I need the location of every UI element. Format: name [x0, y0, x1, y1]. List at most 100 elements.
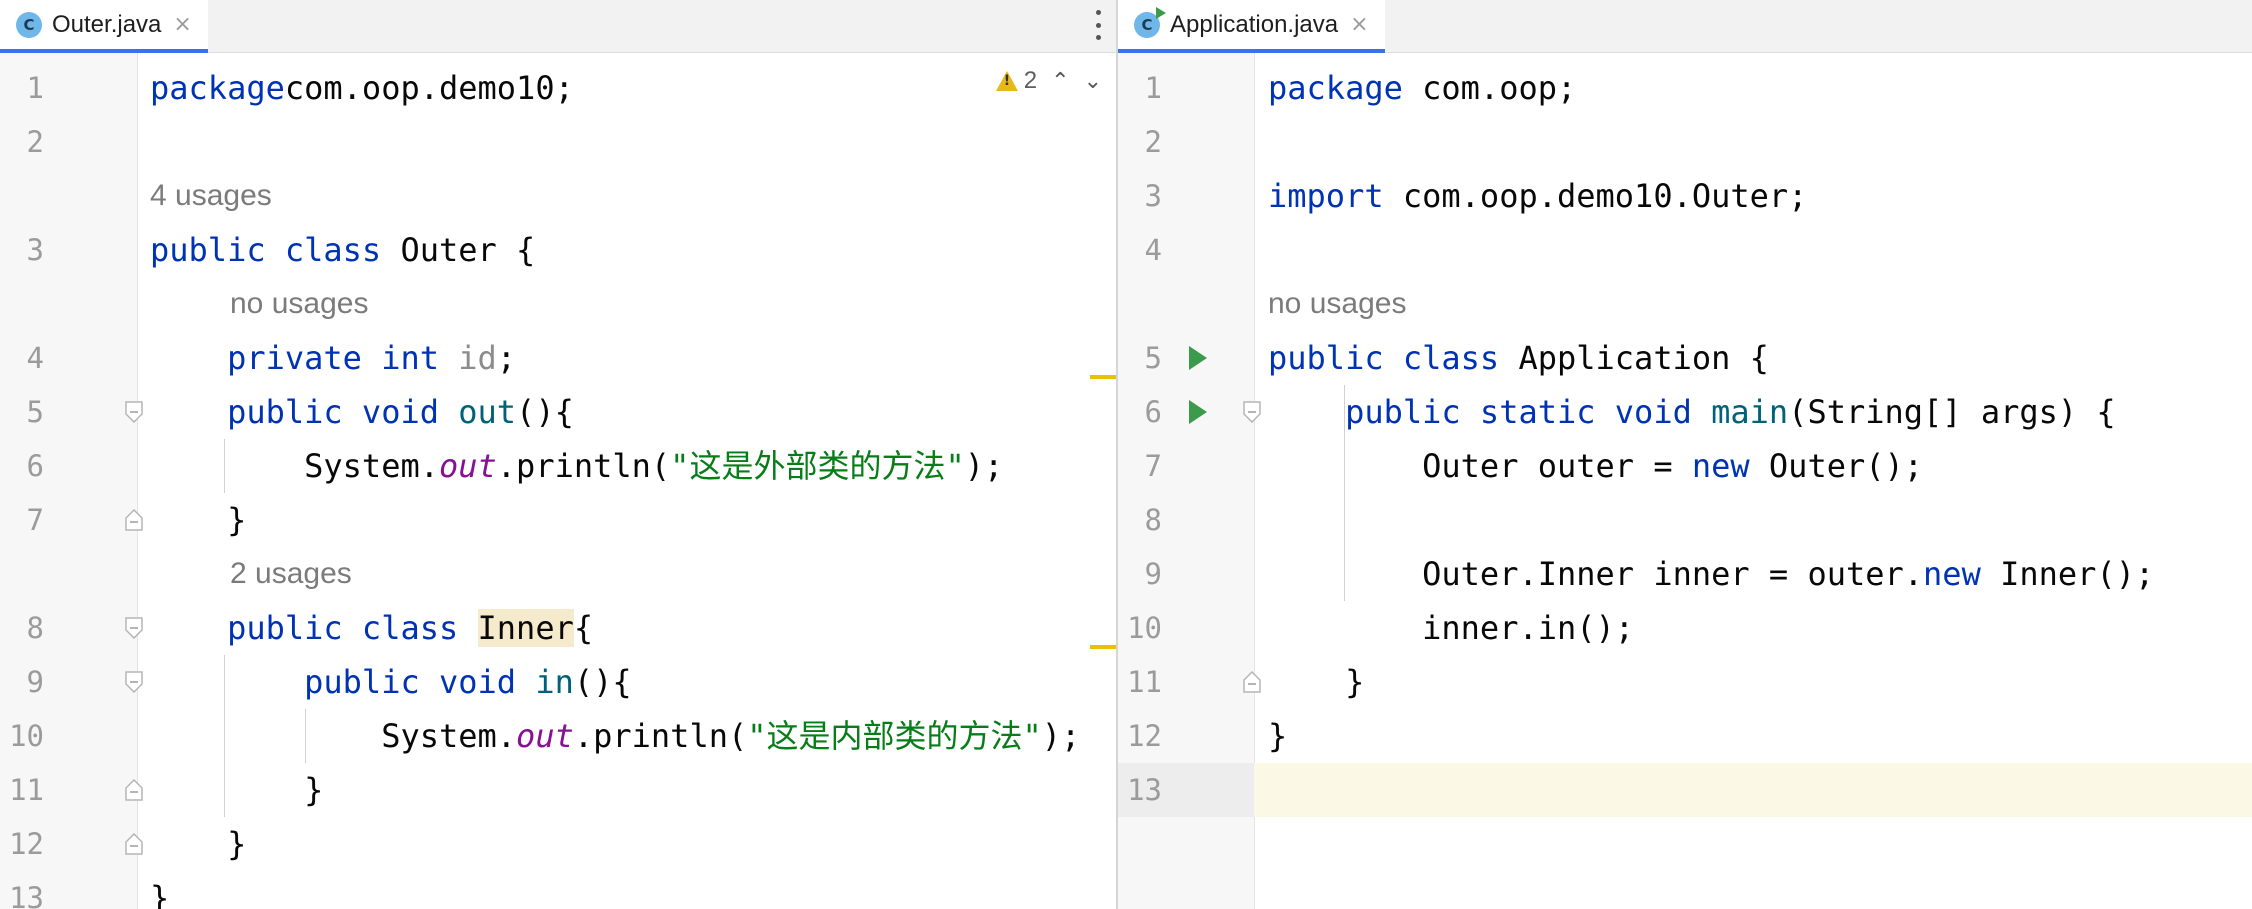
token-hl-inner: Inner	[477, 609, 574, 647]
more-options-icon[interactable]	[1094, 10, 1102, 40]
token: Outer();	[1749, 447, 1924, 485]
token: );	[1041, 717, 1081, 755]
token: );	[964, 447, 1004, 485]
code-text[interactable]: package com.oop;	[1268, 61, 1576, 115]
right-tab-bar: C Application.java ×	[1118, 0, 2252, 53]
token: (){	[573, 663, 632, 701]
line-number: 8	[26, 611, 44, 645]
code-line: 11 }	[1118, 655, 2252, 709]
code-text[interactable]: public class Inner{	[150, 601, 593, 655]
line-number: 5	[1144, 341, 1162, 375]
token: }	[150, 501, 247, 539]
usages-hint[interactable]: no usages	[1268, 277, 1406, 331]
usages-hint[interactable]: no usages	[230, 277, 368, 331]
fold-close-icon[interactable]	[124, 779, 144, 801]
code-text[interactable]: System.out.println("这是内部类的方法");	[150, 709, 1080, 763]
code-text[interactable]: public class Outer {	[150, 223, 535, 277]
token-kw: public	[1268, 339, 1384, 377]
code-text[interactable]: inner.in();	[1268, 601, 1634, 655]
token: System.	[150, 717, 517, 755]
fold-open-icon[interactable]	[124, 401, 144, 423]
token-str: "这是外部类的方法"	[670, 447, 965, 485]
tab-label: Application.java	[1170, 10, 1339, 38]
code-line: 7 Outer outer = new Outer();	[1118, 439, 2252, 493]
token-kw: void	[361, 393, 439, 431]
run-icon[interactable]	[1189, 346, 1207, 370]
code-text[interactable]: public void in(){	[150, 655, 632, 709]
code-text[interactable]: Outer.Inner inner = outer.new Inner();	[1268, 547, 2154, 601]
code-text[interactable]: public class Application {	[1268, 331, 1769, 385]
code-text[interactable]: }	[150, 763, 323, 817]
tab-outer-java[interactable]: C Outer.java ×	[0, 0, 208, 53]
code-line: 2	[0, 115, 1116, 169]
token: }	[150, 825, 247, 863]
token-kw: package	[1268, 69, 1403, 107]
token: .println(	[573, 717, 748, 755]
fold-open-icon[interactable]	[124, 617, 144, 639]
token-kw: class	[284, 231, 382, 269]
code-line: 8 public class Inner{	[0, 601, 1116, 655]
code-text[interactable]: }	[1268, 709, 1287, 763]
code-line: 10 System.out.println("这是内部类的方法");	[0, 709, 1116, 763]
fold-close-icon[interactable]	[124, 833, 144, 855]
token-fn: main	[1711, 393, 1789, 431]
code-text[interactable]: private int id;	[150, 331, 516, 385]
code-text[interactable]: }	[150, 871, 169, 909]
token-kw: import	[1268, 177, 1384, 215]
usages-hint[interactable]: 4 usages	[150, 169, 272, 223]
usages-hint[interactable]: 2 usages	[230, 547, 352, 601]
code-text[interactable]: public static void main(String[] args) {	[1268, 385, 2116, 439]
tab-application-java[interactable]: C Application.java ×	[1118, 0, 1385, 53]
code-line: 13}	[0, 871, 1116, 909]
fold-close-icon[interactable]	[124, 509, 144, 531]
line-number: 7	[1144, 449, 1162, 483]
left-editor-pane: C Outer.java × 2 ⌃ ⌄ 1packagecom.oop.dem…	[0, 0, 1116, 909]
token-kw: new	[1691, 447, 1750, 485]
code-text[interactable]: }	[150, 817, 246, 871]
usage-hint-row: 4 usages	[0, 169, 1116, 223]
code-line: 12}	[1118, 709, 2252, 763]
token-static-fld: out	[438, 447, 497, 485]
close-icon[interactable]: ×	[1350, 12, 1368, 37]
code-text[interactable]: import com.oop.demo10.Outer;	[1268, 169, 1807, 223]
fold-open-icon[interactable]	[124, 671, 144, 693]
code-text[interactable]: packagecom.oop.demo10;	[150, 61, 574, 115]
fold-open-icon[interactable]	[1242, 401, 1262, 423]
left-code-editor[interactable]: 2 ⌃ ⌄ 1packagecom.oop.demo10;24 usages3p…	[0, 53, 1116, 909]
token-fn: out	[458, 393, 517, 431]
line-number: 5	[26, 395, 44, 429]
code-text[interactable]: }	[150, 493, 246, 547]
line-number: 1	[26, 71, 44, 105]
token: }	[150, 771, 324, 809]
close-icon[interactable]: ×	[173, 12, 191, 37]
line-number: 9	[1144, 557, 1162, 591]
token: }	[1268, 663, 1365, 701]
token-kw: new	[1923, 555, 1981, 593]
line-number: 8	[1144, 503, 1162, 537]
line-number: 3	[1144, 179, 1162, 213]
code-text[interactable]: Outer outer = new Outer();	[1268, 439, 1923, 493]
token: Inner();	[1980, 555, 2155, 593]
code-line: 3 import com.oop.demo10.Outer;	[1118, 169, 2252, 223]
code-line: 8	[1118, 493, 2252, 547]
indent-guide	[1344, 385, 1345, 601]
code-line: 7 }	[0, 493, 1116, 547]
run-icon[interactable]	[1189, 400, 1207, 424]
code-line: 13	[1118, 763, 2252, 817]
code-line: 5 public class Application {	[1118, 331, 2252, 385]
usage-hint-row: 2 usages	[0, 547, 1116, 601]
code-text[interactable]: public void out(){	[150, 385, 574, 439]
code-text[interactable]: System.out.println("这是外部类的方法");	[150, 439, 1003, 493]
right-code-editor[interactable]: 1 package com.oop; 2 3 import com.oop.demo10…	[1118, 53, 2252, 909]
token-kw: class	[1402, 339, 1500, 377]
fold-close-icon[interactable]	[1242, 671, 1262, 693]
code-text[interactable]: }	[1268, 655, 1364, 709]
